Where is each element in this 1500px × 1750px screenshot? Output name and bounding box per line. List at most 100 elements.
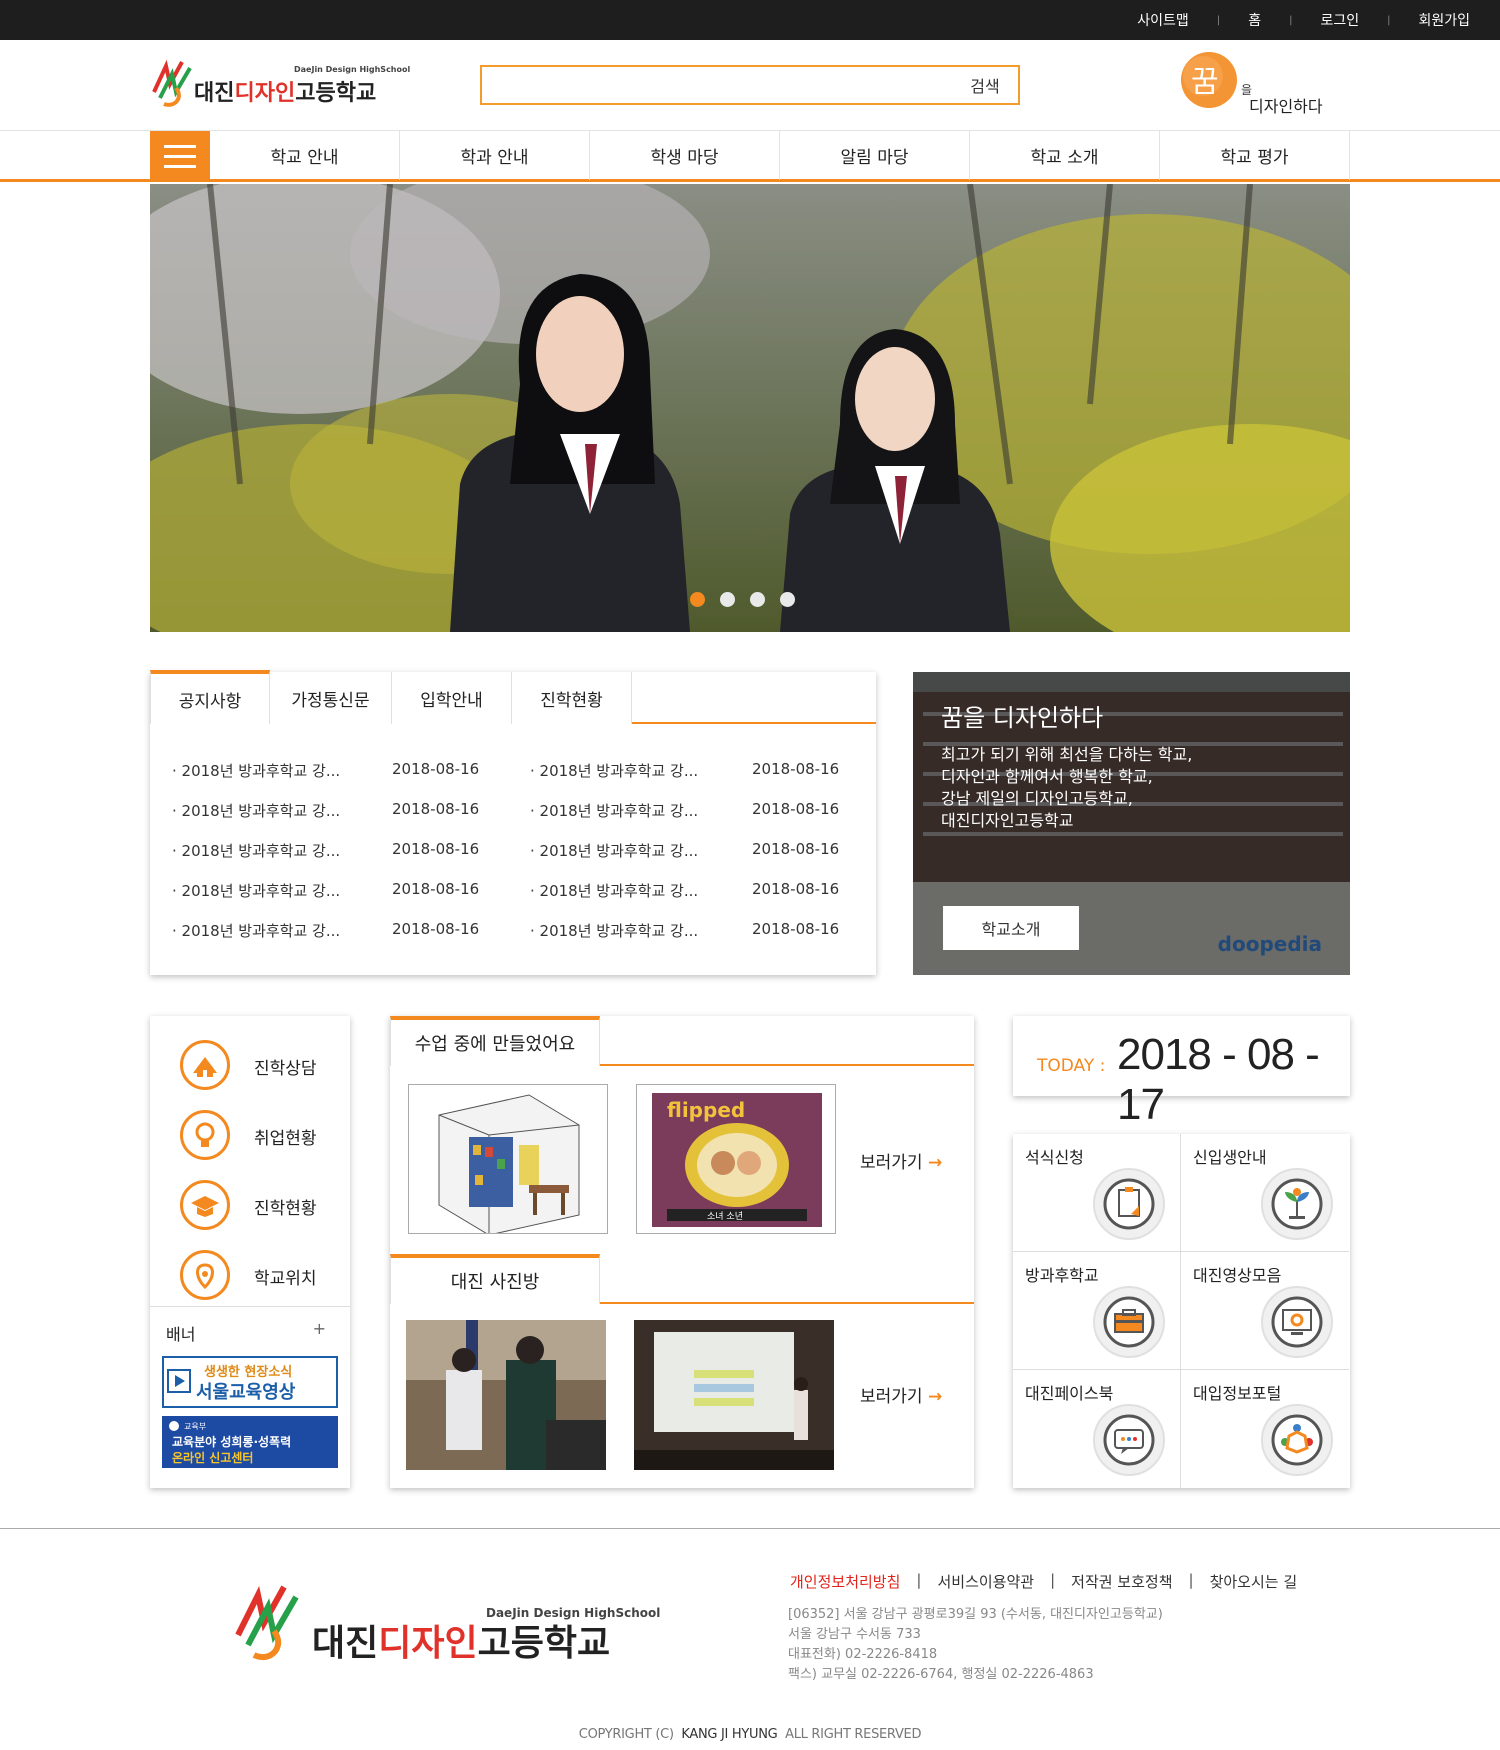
login-link[interactable]: 로그인 (1320, 10, 1359, 30)
photo-room-title[interactable]: 대진 사진방 (390, 1254, 600, 1304)
terms-link[interactable]: 서비스이용약관 (937, 1571, 1034, 1592)
tab-notices[interactable]: 공지사항 (150, 670, 270, 724)
notice-title[interactable]: · 2018년 방과후학교 강... (172, 920, 340, 941)
notice-title[interactable]: · 2018년 방과후학교 강... (530, 800, 698, 821)
class-works-title[interactable]: 수업 중에 만들었어요 (390, 1016, 600, 1066)
quick-link-employment[interactable]: 취업현황 (180, 1106, 350, 1166)
menu-icon[interactable] (150, 131, 210, 181)
footer-logo-part-2: 디자인 (378, 1623, 477, 1664)
banner-header: 배너 + (150, 1306, 350, 1350)
sprout-icon (1261, 1168, 1333, 1240)
tab-family-letters[interactable]: 가정통신문 (270, 672, 392, 724)
class-works-more-link[interactable]: 보러가기 → (860, 1148, 942, 1173)
service-facebook[interactable]: 대진페이스북 (1013, 1370, 1181, 1488)
service-video-collection[interactable]: 대진영상모음 (1181, 1252, 1349, 1370)
quick-link-label: 진학현황 (254, 1199, 317, 1219)
banner-report-center[interactable]: 교육부 교육분야 성희롱·성폭력 온라인 신고센터 (162, 1416, 338, 1468)
school-intro-card: 꿈을 디자인하다 최고가 되기 위해 최선을 다하는 학교, 디자인과 함께여서… (913, 672, 1350, 975)
slider-dot[interactable] (780, 592, 795, 607)
notice-board: 공지사항 가정통신문 입학안내 진학현황 · 2018년 방과후학교 강... … (150, 670, 876, 975)
gallery-panel: 수업 중에 만들었어요 flipped 소녀 소년 보러가기 → 대진 사진방 … (390, 1016, 974, 1488)
nav-item-notices[interactable]: 알림 마당 (780, 131, 970, 180)
notice-title[interactable]: · 2018년 방과후학교 강... (172, 880, 340, 901)
nav-item-department-guide[interactable]: 학과 안내 (400, 131, 590, 180)
slogan-rest: 디자인하다 (1249, 97, 1323, 116)
quick-link-college[interactable]: 진학현황 (180, 1176, 350, 1236)
search-button[interactable]: 검색 (952, 67, 1018, 103)
service-freshman-guide[interactable]: 신입생안내 (1181, 1134, 1349, 1252)
photo-room-header: 대진 사진방 (390, 1254, 974, 1304)
service-label: 신입생안내 (1193, 1148, 1267, 1167)
copyright-name: KANG JI HYUNG (681, 1727, 778, 1742)
separator: | (1188, 1571, 1194, 1589)
service-label: 방과후학교 (1025, 1266, 1099, 1285)
photo-thumb-ceremony[interactable] (406, 1320, 606, 1470)
more-label: 보러가기 (860, 1387, 923, 1407)
arrow-right-icon: → (927, 1153, 943, 1173)
intro-line: 디자인과 함께여서 행복한 학교, (941, 767, 1153, 786)
banner-seoul-edu-video[interactable]: 생생한 현장소식 서울교육영상 (162, 1356, 338, 1408)
slider-dot[interactable] (690, 592, 705, 607)
quick-link-label: 학교위치 (254, 1269, 317, 1289)
footer-logo-part-3: 고등학교 (478, 1623, 610, 1664)
home-link[interactable]: 홈 (1248, 10, 1261, 30)
poster-text: 소녀 소년 (707, 1211, 743, 1222)
banner-more-icon[interactable]: + (313, 1319, 326, 1338)
quick-link-counseling[interactable]: 진학상담 (180, 1036, 350, 1096)
privacy-policy-link[interactable]: 개인정보처리방침 (790, 1571, 900, 1592)
notice-title[interactable]: · 2018년 방과후학교 강... (530, 880, 698, 901)
header: DaeJin Design HighSchool 대진디자인고등학교 검색 꿈 … (0, 40, 1500, 130)
quick-links: 진학상담 취업현황 진학현황 학교위치 배너 + 생생한 현장소식 서울교육영상 (150, 1016, 350, 1488)
logo-part-2: 디자인 (234, 81, 295, 106)
chat-icon (1093, 1404, 1165, 1476)
notice-date: 2018-08-16 (752, 800, 840, 818)
service-after-school[interactable]: 방과후학교 (1013, 1252, 1181, 1370)
footer-address: [06352] 서울 강남구 광평로39길 93 (수서동, 대진디자인고등학교… (788, 1605, 1163, 1685)
top-bar: 사이트맵 | 홈 | 로그인 | 회원가입 (0, 0, 1500, 40)
notice-title[interactable]: · 2018년 방과후학교 강... (530, 920, 698, 941)
notice-title[interactable]: · 2018년 방과후학교 강... (530, 760, 698, 781)
notice-date: 2018-08-16 (392, 800, 480, 818)
copyright-policy-link[interactable]: 저작권 보호정책 (1071, 1571, 1172, 1592)
school-icon (180, 1040, 230, 1090)
slider-dots (690, 592, 810, 607)
sitemap-link[interactable]: 사이트맵 (1137, 10, 1189, 30)
school-logo[interactable]: DaeJin Design HighSchool 대진디자인고등학교 (150, 58, 410, 112)
service-college-portal[interactable]: 대입정보포털 (1181, 1370, 1349, 1488)
slogan-small: 을 (1241, 83, 1252, 97)
search-input[interactable] (482, 67, 950, 103)
directions-link[interactable]: 찾아오시는 길 (1210, 1571, 1298, 1592)
copyright: COPYRIGHT (C) KANG JI HYUNG ALL RIGHT RE… (0, 1727, 1500, 1742)
slider-dot[interactable] (720, 592, 735, 607)
document-icon (1093, 1168, 1165, 1240)
nav-item-school-intro[interactable]: 학교 소개 (970, 131, 1160, 180)
tab-admission[interactable]: 입학안내 (392, 672, 512, 724)
footer-links: 개인정보처리방침 | 서비스이용약관 | 저작권 보호정책 | 찾아오시는 길 (790, 1571, 1297, 1592)
class-works-header: 수업 중에 만들었어요 (390, 1016, 974, 1066)
photo-thumb-presentation[interactable] (634, 1320, 834, 1470)
quick-link-label: 진학상담 (254, 1059, 317, 1079)
nav-item-school-guide[interactable]: 학교 안내 (210, 131, 400, 180)
service-dinner-request[interactable]: 석식신청 (1013, 1134, 1181, 1252)
notice-title[interactable]: · 2018년 방과후학교 강... (530, 840, 698, 861)
intro-title: 꿈을 디자인하다 (941, 704, 1104, 732)
nav-item-student-area[interactable]: 학생 마당 (590, 131, 780, 180)
more-label: 보러가기 (860, 1153, 923, 1173)
address-line: 서울 강남구 수서동 733 (788, 1627, 921, 1642)
quick-link-location[interactable]: 학교위치 (180, 1246, 350, 1306)
notice-title[interactable]: · 2018년 방과후학교 강... (172, 760, 340, 781)
people-icon (1261, 1404, 1333, 1476)
signup-link[interactable]: 회원가입 (1418, 10, 1470, 30)
class-work-thumb-poster[interactable]: flipped 소녀 소년 (636, 1084, 836, 1234)
slider-dot[interactable] (750, 592, 765, 607)
class-work-thumb-room[interactable] (408, 1084, 608, 1234)
notice-title[interactable]: · 2018년 방과후학교 강... (172, 840, 340, 861)
banner2-line2: 온라인 신고센터 (172, 1450, 253, 1465)
phone-line: 대표전화) 02-2226-8418 (788, 1647, 938, 1662)
tab-college-status[interactable]: 진학현황 (512, 672, 632, 724)
photo-room-more-link[interactable]: 보러가기 → (860, 1382, 942, 1407)
nav-item-school-evaluation[interactable]: 학교 평가 (1160, 131, 1350, 180)
school-intro-button[interactable]: 학교소개 (943, 906, 1079, 950)
notice-title[interactable]: · 2018년 방과후학교 강... (172, 800, 340, 821)
service-label: 대입정보포털 (1193, 1384, 1282, 1403)
